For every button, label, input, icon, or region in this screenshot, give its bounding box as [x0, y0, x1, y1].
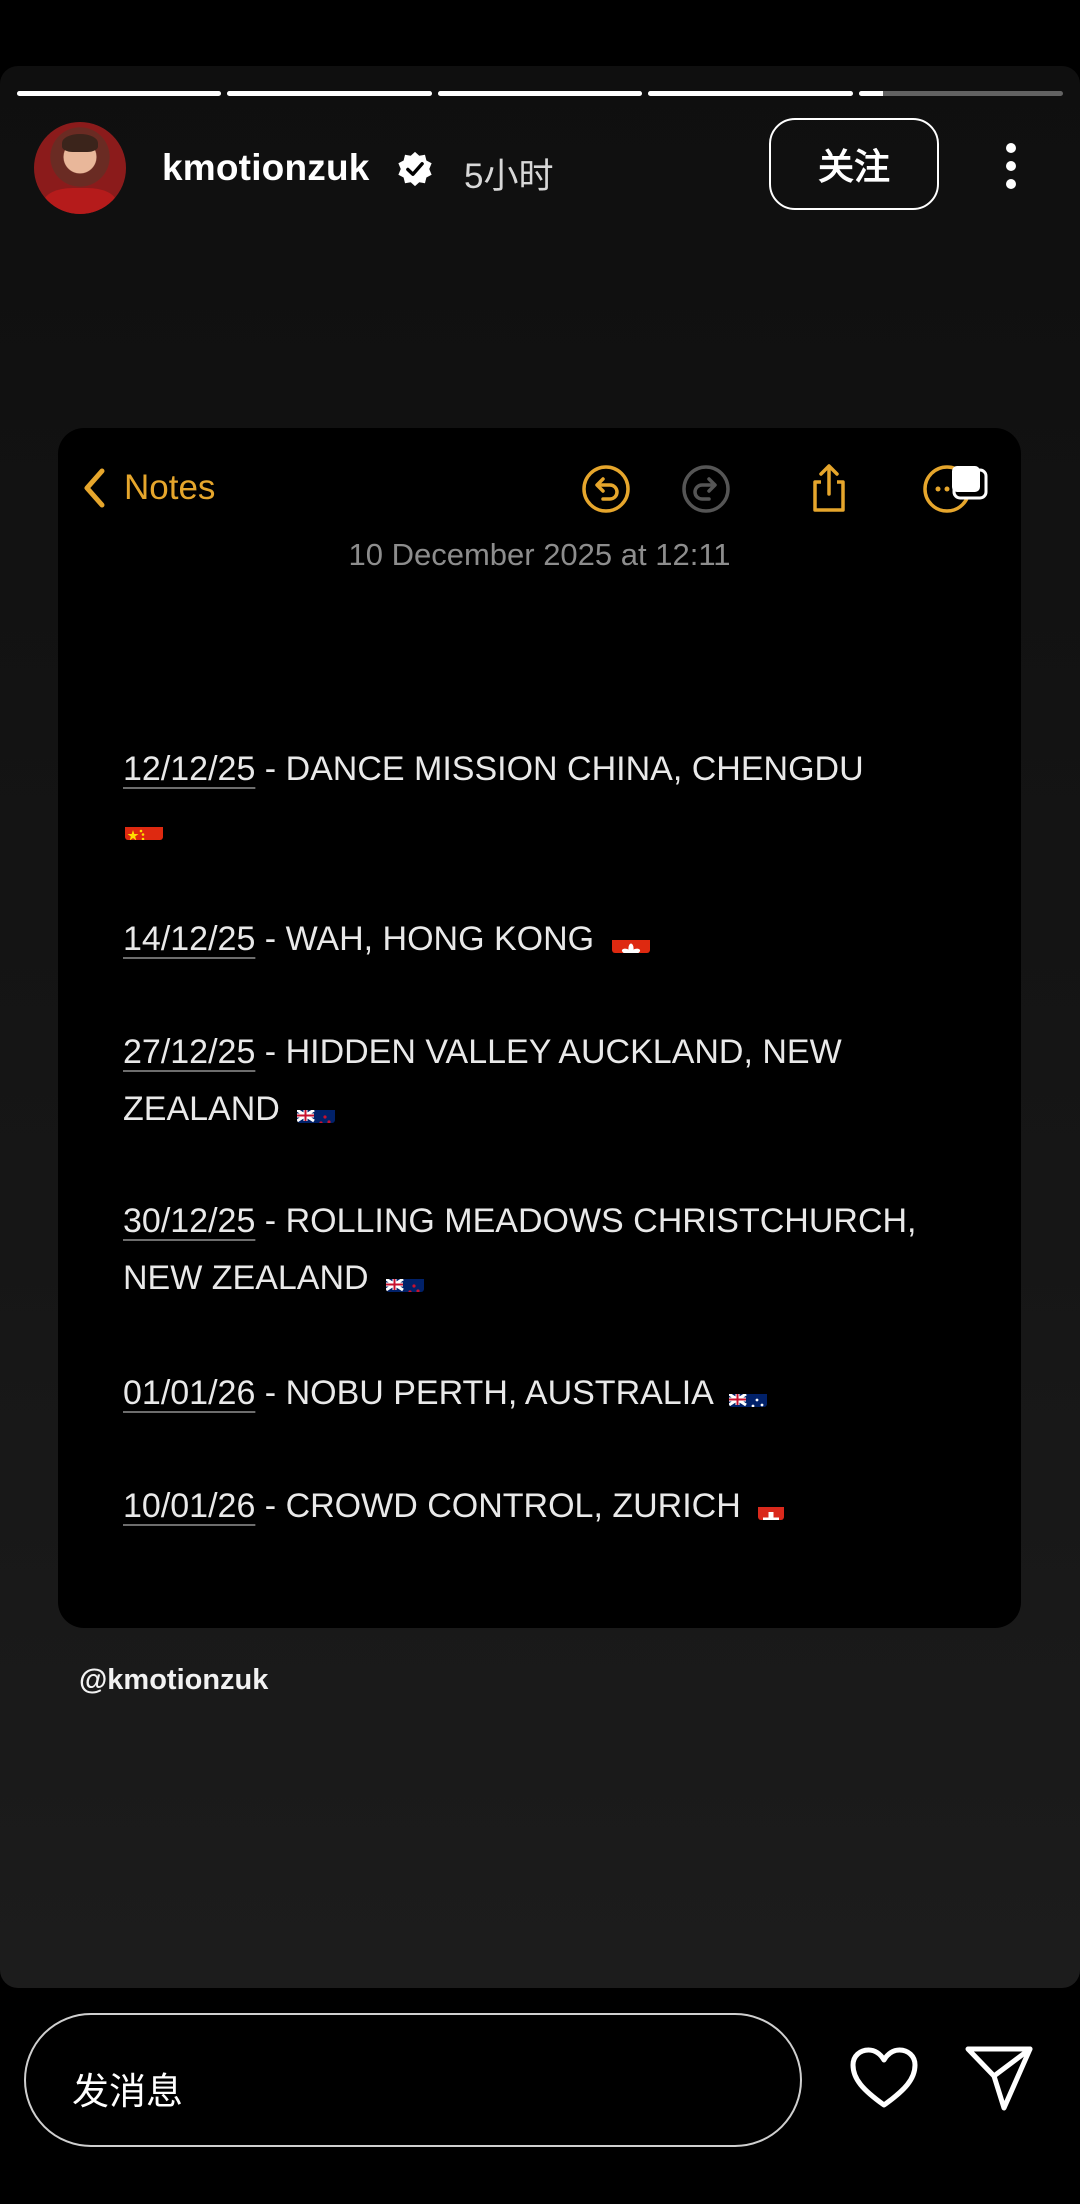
entry-text: - NOBU PERTH, AUSTRALIA	[255, 1374, 712, 1412]
progress-segment	[648, 91, 853, 96]
note-entry: 10/01/26 - CROWD CONTROL, ZURICH	[123, 1478, 923, 1535]
follow-button[interactable]: 关注	[769, 118, 939, 210]
post-time: 5小时	[464, 157, 554, 196]
share-icon	[813, 464, 845, 512]
message-placeholder: 发消息	[72, 2071, 183, 2112]
note-timestamp: 10 December 2025 at 12:11	[348, 537, 731, 572]
progress-segment	[858, 91, 1064, 96]
note-entry: 27/12/25 - HIDDEN VALLEY AUCKLAND, NEW Z…	[123, 1024, 923, 1138]
flag-hong-kong-icon	[611, 927, 650, 953]
progress-segment	[227, 91, 432, 96]
notes-back-label: Notes	[124, 468, 216, 507]
story-progress-bar	[17, 91, 1064, 96]
heart-icon[interactable]	[849, 2046, 919, 2110]
entry-text: - CROWD CONTROL, ZURICH	[255, 1487, 751, 1525]
flag-australia-icon	[729, 1381, 768, 1407]
redo-icon	[682, 465, 730, 513]
entry-text: - WAH, HONG KONG	[255, 920, 604, 958]
entry-date: 30/12/25	[123, 1202, 256, 1240]
message-input[interactable]: 发消息	[24, 2013, 802, 2147]
progress-segment	[17, 91, 222, 96]
avatar[interactable]	[34, 122, 126, 214]
entry-date: 27/12/25	[123, 1033, 256, 1071]
progress-segment	[437, 91, 643, 96]
entry-date: 10/01/26	[123, 1487, 256, 1525]
note-entry: 30/12/25 - ROLLING MEADOWS CHRISTCHURCH,…	[123, 1193, 923, 1307]
entry-date: 14/12/25	[123, 920, 256, 958]
entry-date: 12/12/25	[123, 750, 256, 788]
note-entry: 14/12/25 - WAH, HONG KONG	[123, 911, 923, 968]
flag-switzerland-icon	[758, 1494, 785, 1520]
username[interactable]: kmotionzuk	[162, 147, 370, 189]
more-circle-icon	[923, 465, 988, 513]
note-entry: 12/12/25 - DANCE MISSION CHINA, CHENGDU	[123, 741, 923, 855]
mention-tag[interactable]: @kmotionzuk	[79, 1664, 268, 1697]
chevron-left-icon	[84, 468, 105, 508]
note-entry: 01/01/26 - NOBU PERTH, AUSTRALIA	[123, 1365, 923, 1422]
send-icon[interactable]	[964, 2044, 1034, 2112]
more-vertical-icon[interactable]	[994, 140, 1028, 192]
notes-back-link: Notes	[82, 463, 215, 513]
flag-china-icon	[125, 814, 163, 840]
flag-new-zealand-icon	[386, 1266, 425, 1292]
undo-icon	[582, 465, 630, 513]
entry-date: 01/01/26	[123, 1374, 256, 1412]
verified-badge-icon	[398, 151, 432, 187]
flag-new-zealand-icon	[297, 1097, 336, 1123]
entry-text: - DANCE MISSION CHINA, CHENGDU	[255, 750, 864, 788]
